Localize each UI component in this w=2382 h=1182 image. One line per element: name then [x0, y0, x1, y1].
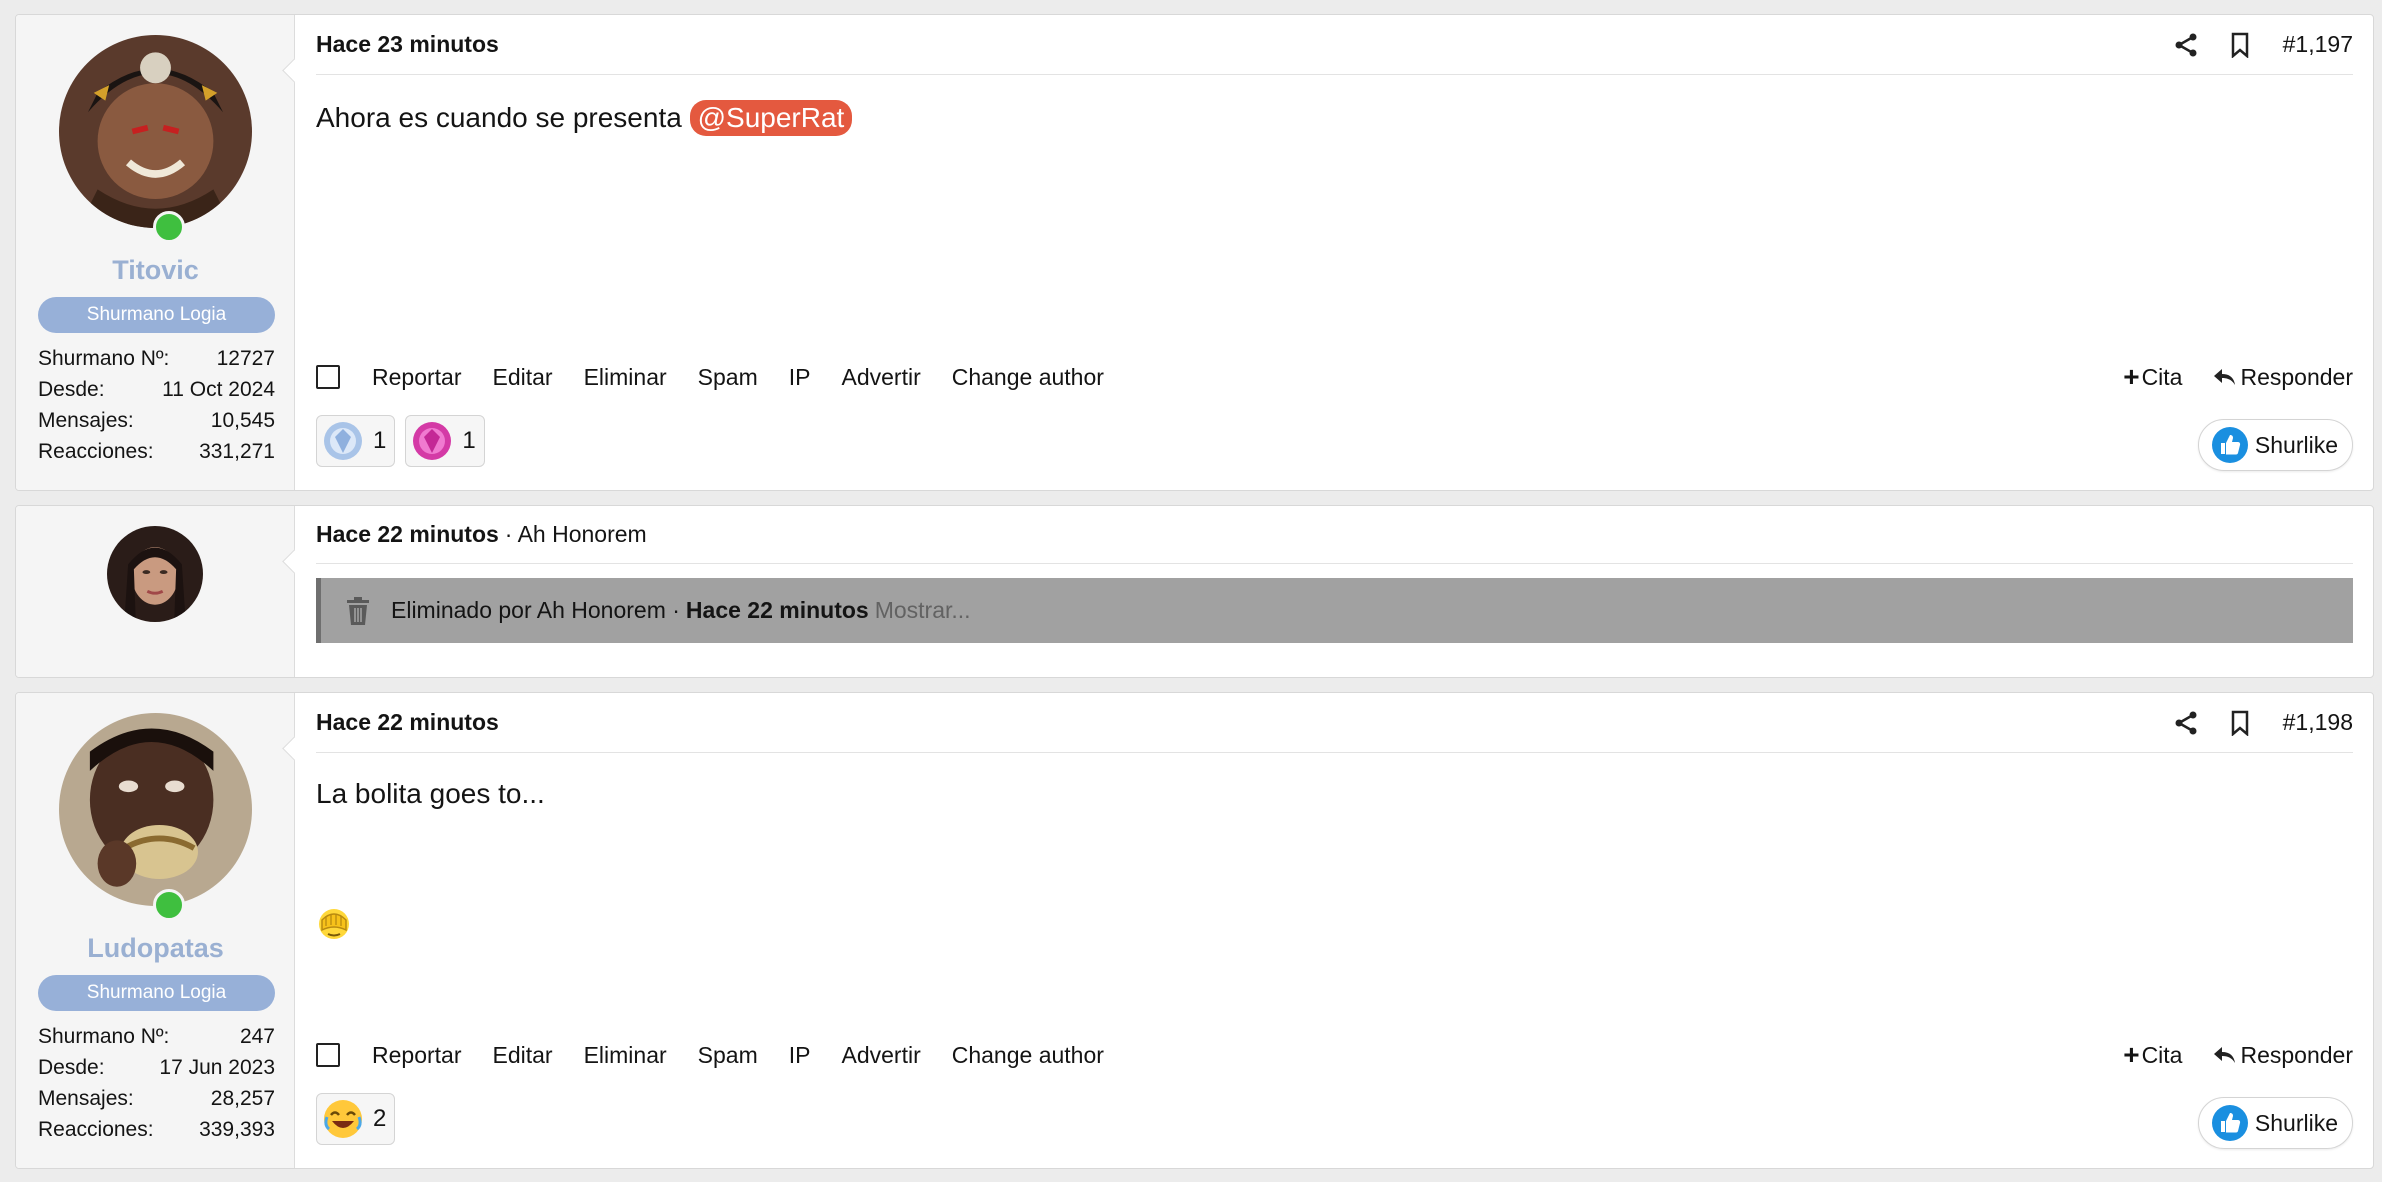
- post-time[interactable]: Hace 23 minutos: [316, 31, 499, 58]
- post-header: Hace 22 minutos #1,198: [316, 693, 2353, 753]
- blue-gem-icon: [324, 422, 362, 460]
- reaction-pink-gem[interactable]: 1: [405, 415, 485, 467]
- post-1198: Ludopatas Shurmano Logia Shurmano Nº: 247…: [15, 692, 2374, 1169]
- delete-link[interactable]: Eliminar: [584, 364, 667, 391]
- stat-since: Desde: 11 Oct 2024: [38, 378, 275, 401]
- pink-gem-icon: [413, 422, 452, 460]
- ip-link[interactable]: IP: [789, 1042, 811, 1069]
- facepalm-emoji-icon: [319, 909, 349, 939]
- change-author-link[interactable]: Change author: [952, 364, 1104, 391]
- avatar[interactable]: [107, 526, 203, 622]
- stat-messages: Mensajes: 10,545: [38, 409, 275, 432]
- select-checkbox[interactable]: [316, 365, 340, 389]
- user-panel: Ludopatas Shurmano Logia Shurmano Nº: 247…: [16, 693, 295, 1168]
- role-badge: Shurmano Logia: [38, 297, 275, 333]
- report-link[interactable]: Reportar: [372, 1042, 461, 1069]
- post-author: · Ah Honorem: [504, 521, 647, 547]
- post-content: Hace 22 minutos #1,198 La bolita goes to…: [295, 693, 2373, 1168]
- report-link[interactable]: Reportar: [372, 364, 461, 391]
- user-panel: [16, 506, 295, 677]
- warn-link[interactable]: Advertir: [841, 1042, 920, 1069]
- post-number[interactable]: #1,198: [2283, 709, 2353, 736]
- trash-icon: [347, 596, 369, 625]
- stat-since: Desde: 17 Jun 2023: [38, 1056, 275, 1079]
- select-checkbox[interactable]: [316, 1043, 340, 1067]
- reaction-blue-gem[interactable]: 1: [316, 415, 396, 467]
- username[interactable]: Titovic: [16, 255, 295, 286]
- warn-link[interactable]: Advertir: [841, 364, 920, 391]
- delete-link[interactable]: Eliminar: [584, 1042, 667, 1069]
- spam-link[interactable]: Spam: [698, 364, 758, 391]
- online-status-icon: [153, 889, 185, 921]
- stat-messages: Mensajes: 28,257: [38, 1087, 275, 1110]
- username[interactable]: Ludopatas: [16, 933, 295, 964]
- thumbs-up-icon: [2211, 427, 2248, 463]
- post-content: Hace 22 minutos · Ah Honorem Eliminado p…: [295, 506, 2373, 677]
- post-text: Ahora es cuando se presenta: [316, 102, 682, 133]
- post-time[interactable]: Hace 22 minutos: [316, 521, 499, 548]
- deleted-text: Eliminado por Ah Honorem ·: [391, 597, 680, 623]
- post-1197: Titovic Shurmano Logia Shurmano Nº: 12727…: [15, 14, 2374, 491]
- bookmark-icon[interactable]: [2213, 25, 2267, 65]
- reply-arrow-icon: [2214, 1047, 2236, 1063]
- post-text: La bolita goes to...: [316, 778, 545, 809]
- show-link[interactable]: Mostrar...: [875, 597, 971, 624]
- deleted-time: Hace 22 minutos: [685, 597, 869, 623]
- role-badge: Shurmano Logia: [38, 975, 275, 1011]
- post-number[interactable]: #1,197: [2283, 31, 2353, 58]
- stat-member-number: Shurmano Nº: 12727: [38, 347, 275, 370]
- stat-reactions: Reacciones: 331,271: [38, 440, 275, 463]
- user-mention[interactable]: @SuperRat: [689, 100, 853, 136]
- bookmark-icon[interactable]: [2213, 703, 2267, 743]
- quote-button[interactable]: + Cita: [2123, 363, 2182, 391]
- thumbs-up-icon: [2211, 1105, 2248, 1141]
- plus-icon: +: [2123, 1039, 2140, 1070]
- user-stats: Shurmano Nº: 12727 Desde: 11 Oct 2024 Mens…: [38, 343, 275, 467]
- share-icon[interactable]: [2159, 25, 2213, 65]
- share-icon[interactable]: [2159, 703, 2213, 743]
- reactions-list: 1 1: [316, 415, 485, 467]
- edit-link[interactable]: Editar: [492, 364, 552, 391]
- post-actions: Reportar Editar Eliminar Spam IP Adverti…: [316, 357, 2353, 397]
- reply-button[interactable]: Responder: [2212, 364, 2353, 391]
- stat-member-number: Shurmano Nº: 247: [38, 1025, 275, 1048]
- ip-link[interactable]: IP: [789, 364, 811, 391]
- post-body: Ahora es cuando se presenta @SuperRat: [316, 100, 853, 136]
- post-content: Hace 23 minutos #1,197 Ahora es cuando s…: [295, 15, 2373, 490]
- spam-link[interactable]: Spam: [698, 1042, 758, 1069]
- shurlike-button[interactable]: Shurlike: [2197, 419, 2353, 471]
- avatar[interactable]: [59, 35, 252, 228]
- edit-link[interactable]: Editar: [492, 1042, 552, 1069]
- post-actions: Reportar Editar Eliminar Spam IP Adverti…: [316, 1035, 2353, 1075]
- change-author-link[interactable]: Change author: [952, 1042, 1104, 1069]
- deleted-post: Hace 22 minutos · Ah Honorem Eliminado p…: [15, 505, 2374, 678]
- post-header: Hace 22 minutos · Ah Honorem: [316, 506, 2353, 564]
- quote-button[interactable]: + Cita: [2123, 1041, 2182, 1069]
- avatar[interactable]: [59, 713, 252, 906]
- reply-button[interactable]: Responder: [2212, 1042, 2353, 1069]
- stat-reactions: Reacciones: 339,393: [38, 1118, 275, 1141]
- user-panel: Titovic Shurmano Logia Shurmano Nº: 12727…: [16, 15, 295, 490]
- plus-icon: +: [2123, 361, 2140, 392]
- post-time[interactable]: Hace 22 minutos: [316, 709, 499, 736]
- online-status-icon: [153, 211, 185, 243]
- reply-arrow-icon: [2214, 369, 2236, 385]
- user-stats: Shurmano Nº: 247 Desde: 17 Jun 2023 Mensaj…: [38, 1021, 275, 1145]
- reaction-laughing[interactable]: 2: [316, 1093, 396, 1145]
- shurlike-button[interactable]: Shurlike: [2197, 1097, 2353, 1149]
- reactions-list: 2: [316, 1093, 396, 1145]
- post-header: Hace 23 minutos #1,197: [316, 15, 2353, 75]
- deleted-notice: Eliminado por Ah Honorem · Hace 22 minut…: [316, 578, 2353, 643]
- post-body: La bolita goes to...: [316, 778, 545, 810]
- laughing-emoji-icon: [324, 1100, 362, 1138]
